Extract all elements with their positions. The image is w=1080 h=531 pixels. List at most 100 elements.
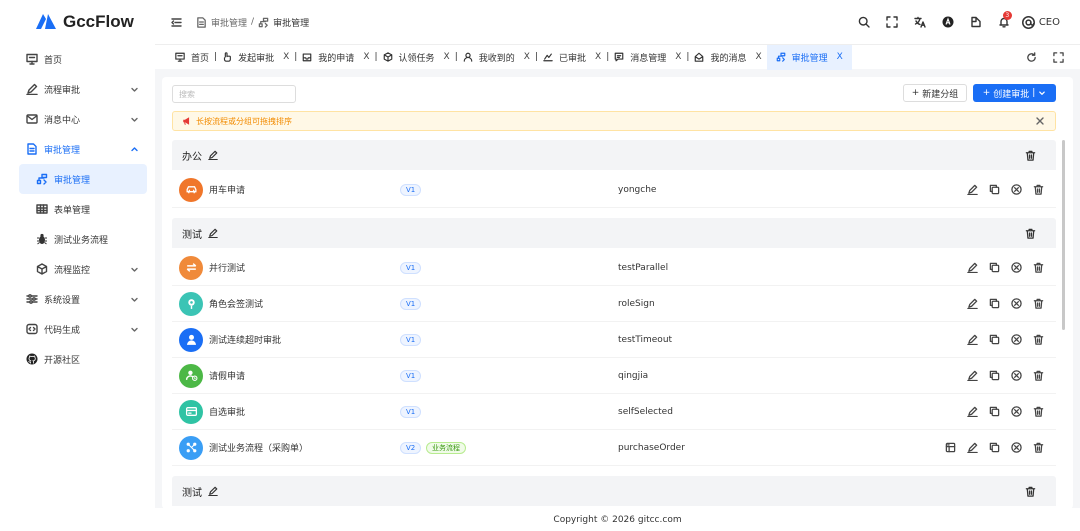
form-icon[interactable] [945,442,956,453]
tab-close-icon[interactable]: X [837,52,843,62]
sidebar-item-system-settings[interactable]: 系统设置 [0,284,155,314]
delete-icon[interactable] [1033,370,1044,381]
disable-icon[interactable] [1011,184,1022,195]
delete-icon[interactable] [1033,334,1044,345]
disable-icon[interactable] [1011,298,1022,309]
user-menu[interactable]: CEO [1021,15,1060,29]
edit-group-icon[interactable] [208,486,218,496]
tab-my-messages[interactable]: 我的消息 X [694,45,762,70]
copy-icon[interactable] [989,370,1000,381]
process-row[interactable]: 角色会签测试 V1 roleSign [172,286,1056,322]
tab-close-icon[interactable]: X [363,52,369,62]
process-avatar [179,435,203,460]
close-icon[interactable] [1035,116,1045,126]
sidebar-item-approval-management-sub[interactable]: 审批管理 [19,164,147,194]
sidebar-item-code-generation[interactable]: 代码生成 [0,314,155,344]
tab-message-management[interactable]: 消息管理 X [614,45,681,70]
disable-icon[interactable] [1011,262,1022,273]
copy-icon[interactable] [989,262,1000,273]
tab-start-approval[interactable]: 发起审批 X [222,45,289,70]
sidebar-item-test-business-process[interactable]: 测试业务流程 [0,224,155,254]
delete-group-icon[interactable] [1025,150,1036,161]
scrollbar[interactable] [1062,140,1065,330]
leave-icon [185,370,197,381]
notification-button[interactable]: 3 [990,8,1018,36]
chevron-down-icon [131,267,138,272]
sidebar-item-approval-management[interactable]: 审批管理 [0,134,155,164]
tab-close-icon[interactable]: X [595,52,601,62]
edit-icon[interactable] [967,184,978,195]
monitor-icon [26,53,38,65]
tab-close-icon[interactable]: X [755,52,761,62]
process-row[interactable]: 并行测试 V1 testParallel [172,250,1056,286]
copy-icon[interactable] [989,184,1000,195]
delete-icon[interactable] [1033,262,1044,273]
process-row[interactable]: 自选审批 V1 selfSelected [172,394,1056,430]
edit-icon[interactable] [967,262,978,273]
chevron-down-icon[interactable] [1038,89,1046,97]
edit-icon[interactable] [967,370,978,381]
menu-fold-icon[interactable] [171,17,182,28]
sidebar-item-open-source-community[interactable]: 开源社区 [0,344,155,374]
user-name: CEO [1038,16,1060,28]
process-actions [967,262,1044,273]
tab-close-icon[interactable]: X [444,52,450,62]
copy-icon[interactable] [989,334,1000,345]
edit-icon[interactable] [967,298,978,309]
theme-button[interactable] [934,8,962,36]
fullscreen-button[interactable] [878,8,906,36]
disable-icon[interactable] [1011,334,1022,345]
process-type-badge: 业务流程 [426,441,466,454]
sidebar-item-form-management[interactable]: 表单管理 [0,194,155,224]
delete-icon[interactable] [1033,298,1044,309]
disable-icon[interactable] [1011,442,1022,453]
tab-approved[interactable]: 已审批 X [543,45,601,70]
edit-icon[interactable] [967,406,978,417]
create-approval-button[interactable]: + 创建审批 | [973,84,1056,102]
refresh-icon[interactable] [1026,52,1037,63]
app-logo[interactable]: GccFlow [0,0,155,44]
tab-close-icon[interactable]: X [675,52,681,62]
tab-my-applications[interactable]: 我的申请 X [302,45,369,70]
copy-icon[interactable] [989,406,1000,417]
sidebar-item-process-monitor[interactable]: 流程监控 [0,254,155,284]
tab-close-icon[interactable]: X [524,52,530,62]
search-input[interactable] [172,85,296,103]
copy-icon[interactable] [989,442,1000,453]
process-row[interactable]: 用车申请 V1 yongche [172,172,1056,208]
disable-icon[interactable] [1011,406,1022,417]
process-row[interactable]: 请假申请 V1 qingjia [172,358,1056,394]
group-name: 测试 [182,487,202,499]
edit-icon[interactable] [967,442,978,453]
tab-close-icon[interactable]: X [283,52,289,62]
delete-group-icon[interactable] [1025,486,1036,497]
sidebar-item-process-approval[interactable]: 流程审批 [0,74,155,104]
delete-icon[interactable] [1033,184,1044,195]
github-icon [26,353,38,365]
sidebar-item-message-center[interactable]: 消息中心 [0,104,155,134]
language-button[interactable] [906,8,934,36]
group-header: 测试 [172,476,1056,506]
layout-button[interactable] [962,8,990,36]
pin-icon [187,299,195,309]
sidebar-item-label: 流程审批 [44,85,81,96]
delete-icon[interactable] [1033,442,1044,453]
search-button[interactable] [850,8,878,36]
breadcrumb-item[interactable]: 审批管理 [211,16,247,29]
delete-icon[interactable] [1033,406,1044,417]
tab-claim-tasks[interactable]: 认领任务 X [383,45,450,70]
edit-icon[interactable] [967,334,978,345]
process-row[interactable]: 测试业务流程（采购单） V2 业务流程 purchaseOrder [172,430,1056,466]
copy-icon[interactable] [989,298,1000,309]
tab-received[interactable]: 我收到的 X [463,45,530,70]
disable-icon[interactable] [1011,370,1022,381]
edit-group-icon[interactable] [208,228,218,238]
delete-group-icon[interactable] [1025,228,1036,239]
tab-home[interactable]: 首页 [175,45,209,70]
tab-approval-management[interactable]: 审批管理 X [766,44,852,70]
process-row[interactable]: 测试连续超时审批 V1 testTimeout [172,322,1056,358]
new-group-button[interactable]: + 新建分组 [903,84,967,102]
sidebar-item-home[interactable]: 首页 [0,44,155,74]
edit-group-icon[interactable] [208,150,218,160]
fullscreen-icon[interactable] [1053,52,1064,63]
